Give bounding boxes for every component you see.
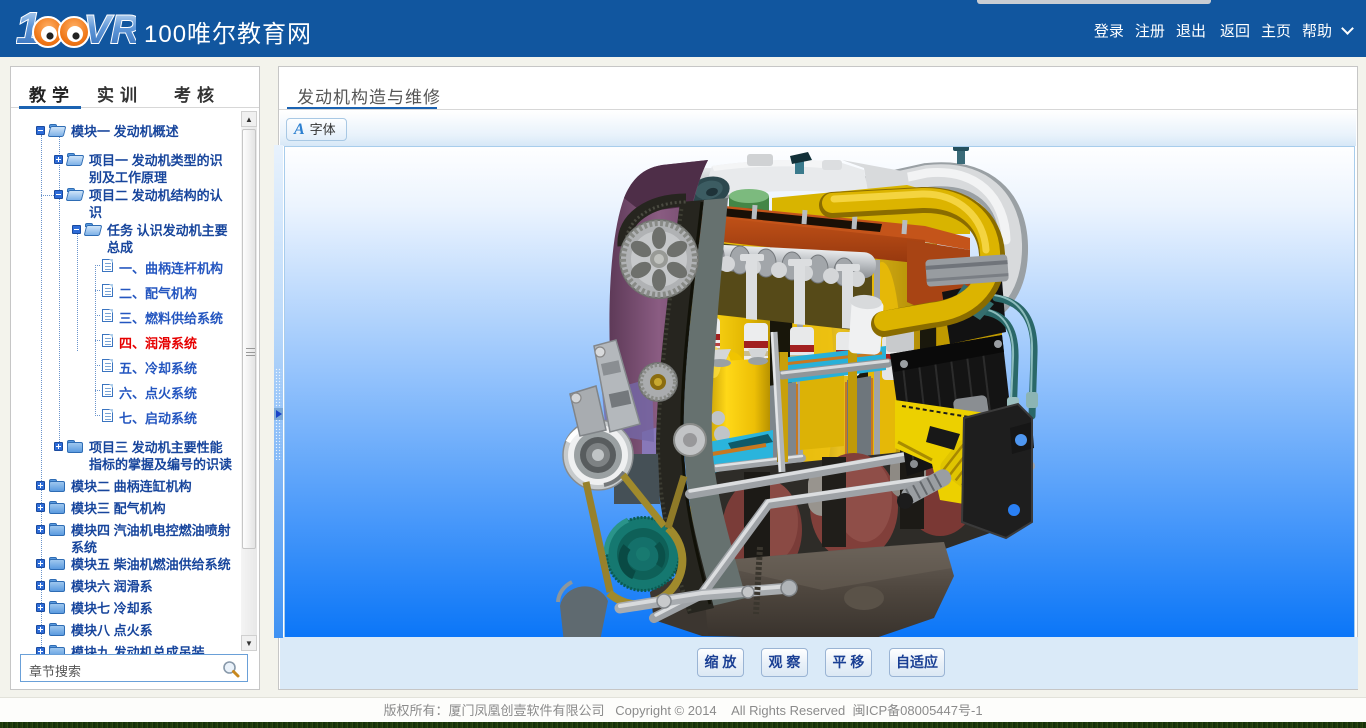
svg-text:VR: VR (84, 8, 136, 49)
